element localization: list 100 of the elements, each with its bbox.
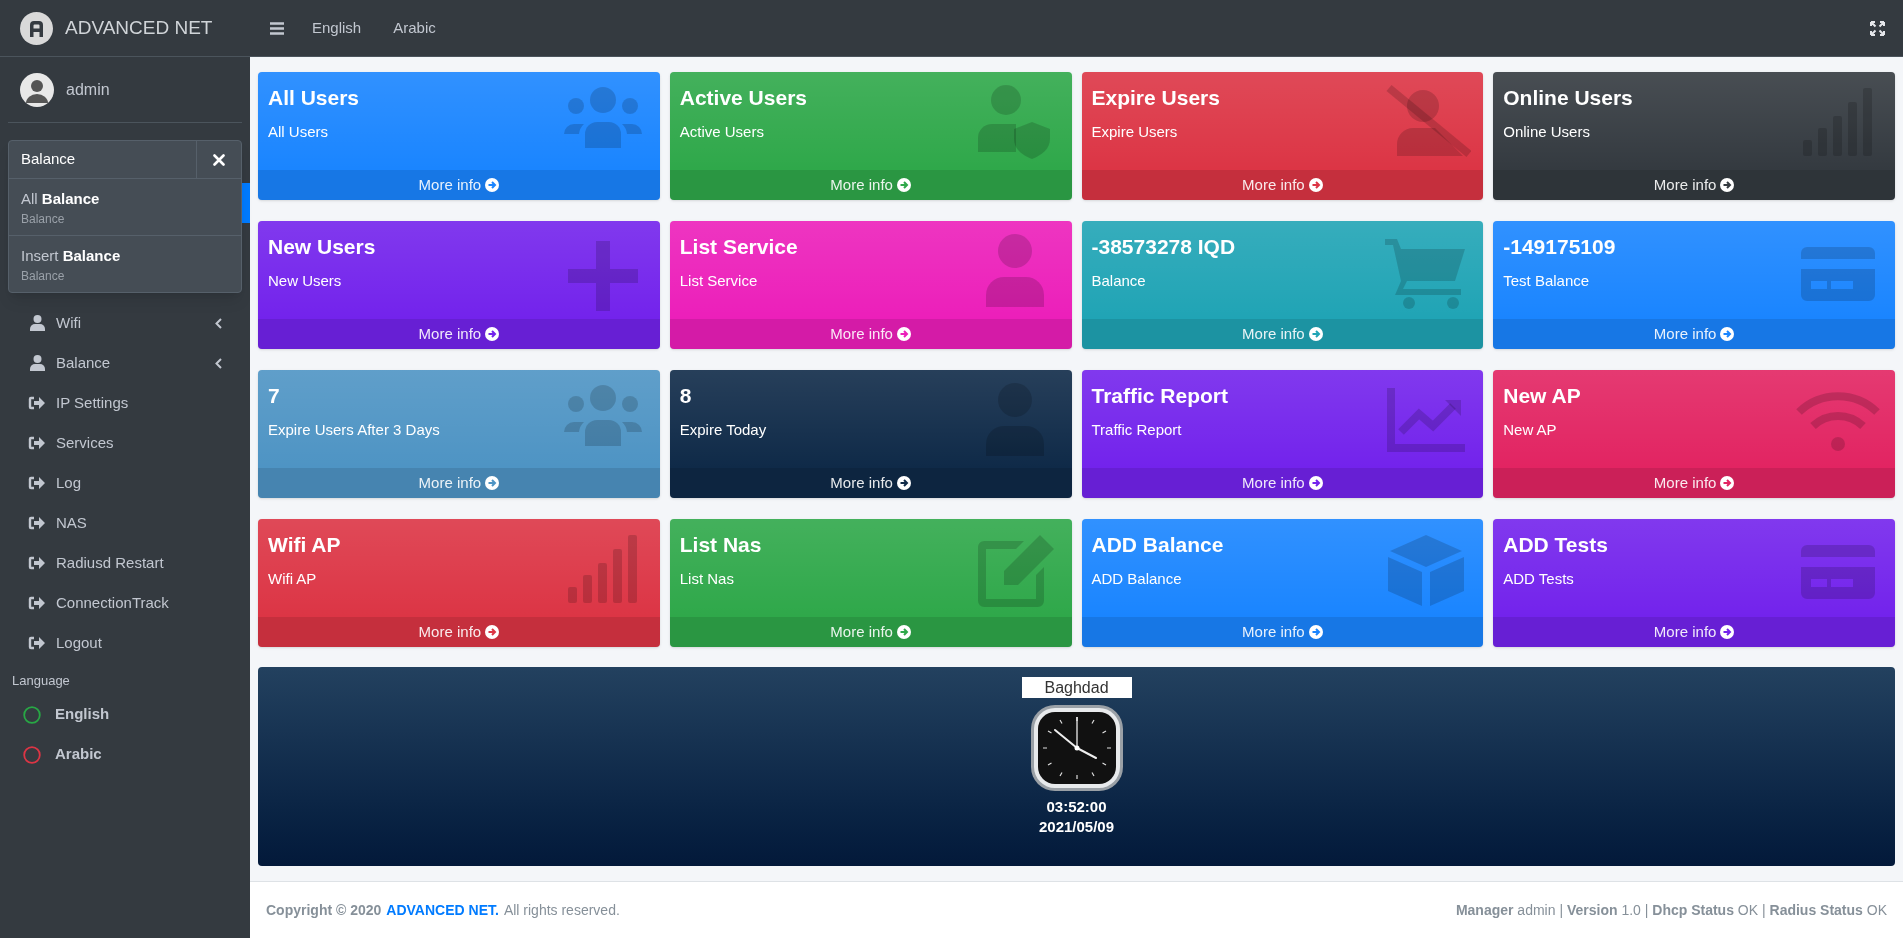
copyright-text: Copyright © 2020 — [266, 900, 382, 920]
card-subtitle: Expire Today — [679, 420, 768, 440]
sign-in-icon — [28, 596, 46, 610]
user-icon — [29, 355, 45, 371]
card-subtitle: Wifi AP — [268, 569, 318, 589]
card-title: ADD Tests — [1503, 532, 1609, 558]
arrow-circle-icon — [485, 327, 500, 341]
card-subtitle: All Users — [268, 122, 329, 142]
card-title: Wifi AP — [268, 532, 342, 558]
card-title: All Users — [268, 85, 361, 111]
more-info-link[interactable]: More info — [1493, 468, 1895, 498]
card-subtitle: Test Balance — [1503, 271, 1591, 291]
sign-in-icon — [28, 636, 46, 650]
clock-time: 03:52:00 — [1046, 797, 1107, 817]
caret-icon — [215, 357, 222, 369]
card-title: New AP — [1503, 383, 1582, 409]
card-title: -149175109 — [1503, 234, 1617, 260]
arrow-circle-icon — [896, 476, 911, 490]
fullscreen-button[interactable] — [1870, 20, 1885, 36]
menu-item[interactable]: Radiusd Restart — [8, 543, 242, 583]
card-title: Online Users — [1503, 85, 1634, 111]
clock-date: 2021/05/09 — [1038, 817, 1115, 837]
card-title: 8 — [679, 383, 693, 409]
arrow-circle-icon — [1720, 476, 1735, 490]
card-subtitle: List Service — [679, 271, 759, 291]
card-subtitle: Traffic Report — [1091, 420, 1183, 440]
arrow-circle-icon — [485, 178, 500, 192]
card-subtitle: Active Users — [679, 122, 765, 142]
menu-icon — [270, 21, 284, 35]
card-title: -38573278 IQD — [1091, 234, 1237, 260]
more-info-link[interactable]: More info — [1493, 617, 1895, 647]
more-info-link[interactable]: More info — [1081, 170, 1484, 200]
rights-text: All rights reserved. — [503, 900, 620, 920]
card-subtitle: Online Users — [1503, 122, 1591, 142]
arrow-circle-icon — [1308, 625, 1323, 639]
more-info-link[interactable]: More info — [258, 468, 660, 498]
logo-icon — [20, 11, 53, 45]
arrow-circle-icon — [1308, 178, 1323, 192]
result-subtitle: Balance — [21, 268, 66, 284]
more-info-link[interactable]: More info — [1081, 617, 1484, 647]
more-info-link[interactable]: More info — [669, 319, 1072, 349]
more-info-link[interactable]: More info — [669, 617, 1072, 647]
result-subtitle: Balance — [21, 211, 66, 227]
arrow-circle-icon — [896, 327, 911, 341]
card-title: ADD Balance — [1091, 532, 1225, 558]
card-subtitle: List Nas — [679, 569, 735, 589]
card-subtitle: Expire Users — [1091, 122, 1179, 142]
card-title: List Service — [679, 234, 799, 260]
menu-item[interactable]: Log — [8, 463, 242, 503]
fullscreen-icon — [1870, 20, 1885, 36]
close-icon — [213, 153, 225, 166]
menu-item[interactable]: Logout — [8, 623, 242, 663]
sign-in-icon — [28, 556, 46, 570]
menu-item[interactable]: Services — [8, 423, 242, 463]
more-info-link[interactable]: More info — [1493, 319, 1895, 349]
arrow-circle-icon — [1720, 625, 1735, 639]
arrow-circle-icon — [896, 625, 911, 639]
menu-item[interactable]: IP Settings — [8, 383, 242, 423]
brand-title[interactable]: ADVANCED NET — [65, 13, 213, 43]
more-info-link[interactable]: More info — [258, 617, 660, 647]
result-title: Insert Balance — [21, 246, 122, 266]
search-field[interactable]: Balance — [9, 141, 196, 178]
sign-in-icon — [28, 396, 46, 410]
user-name[interactable]: admin — [66, 77, 110, 102]
sign-in-icon — [28, 436, 46, 450]
search-result[interactable]: All Balance Balance — [9, 179, 241, 235]
status-text: Manager admin | Version 1.0 | Dhcp Status OK | Radius Status OK — [1455, 900, 1887, 920]
user-icon — [29, 315, 45, 331]
card-subtitle: New Users — [268, 271, 343, 291]
more-info-link[interactable]: More info — [258, 170, 660, 200]
card-title: Active Users — [679, 85, 808, 111]
more-info-link[interactable]: More info — [669, 170, 1072, 200]
menu-item[interactable]: ConnectionTrack — [8, 583, 242, 623]
card-subtitle: ADD Balance — [1091, 569, 1183, 589]
menu-item[interactable]: NAS — [8, 503, 242, 543]
arrow-circle-icon — [485, 625, 500, 639]
sign-in-icon — [28, 516, 46, 530]
more-info-link[interactable]: More info — [1081, 468, 1484, 498]
search-result[interactable]: Insert Balance Balance — [9, 235, 241, 292]
card-subtitle: Expire Users After 3 Days — [268, 420, 441, 440]
brand-link[interactable]: ADVANCED NET. — [386, 899, 499, 921]
menu-button[interactable] — [270, 21, 286, 35]
language-item[interactable]: English — [8, 694, 242, 735]
menu-item[interactable]: Wifi — [8, 303, 242, 343]
card-title: Traffic Report — [1091, 383, 1230, 409]
nav-link[interactable]: English — [312, 16, 362, 40]
nav-link[interactable]: Arabic — [393, 16, 436, 40]
arrow-circle-icon — [1720, 327, 1735, 341]
card-title: 7 — [268, 383, 281, 409]
arrow-circle-icon — [896, 178, 911, 192]
avatar — [20, 72, 54, 107]
arrow-circle-icon — [1720, 178, 1735, 192]
card-subtitle: New AP — [1503, 420, 1558, 440]
language-item[interactable]: Arabic — [8, 734, 242, 775]
more-info-link[interactable]: More info — [1493, 170, 1895, 200]
more-info-link[interactable]: More info — [258, 319, 660, 349]
result-title: All Balance — [21, 189, 101, 209]
menu-item[interactable]: Balance — [8, 343, 242, 383]
more-info-link[interactable]: More info — [669, 468, 1072, 498]
arrow-circle-icon — [1308, 476, 1323, 490]
